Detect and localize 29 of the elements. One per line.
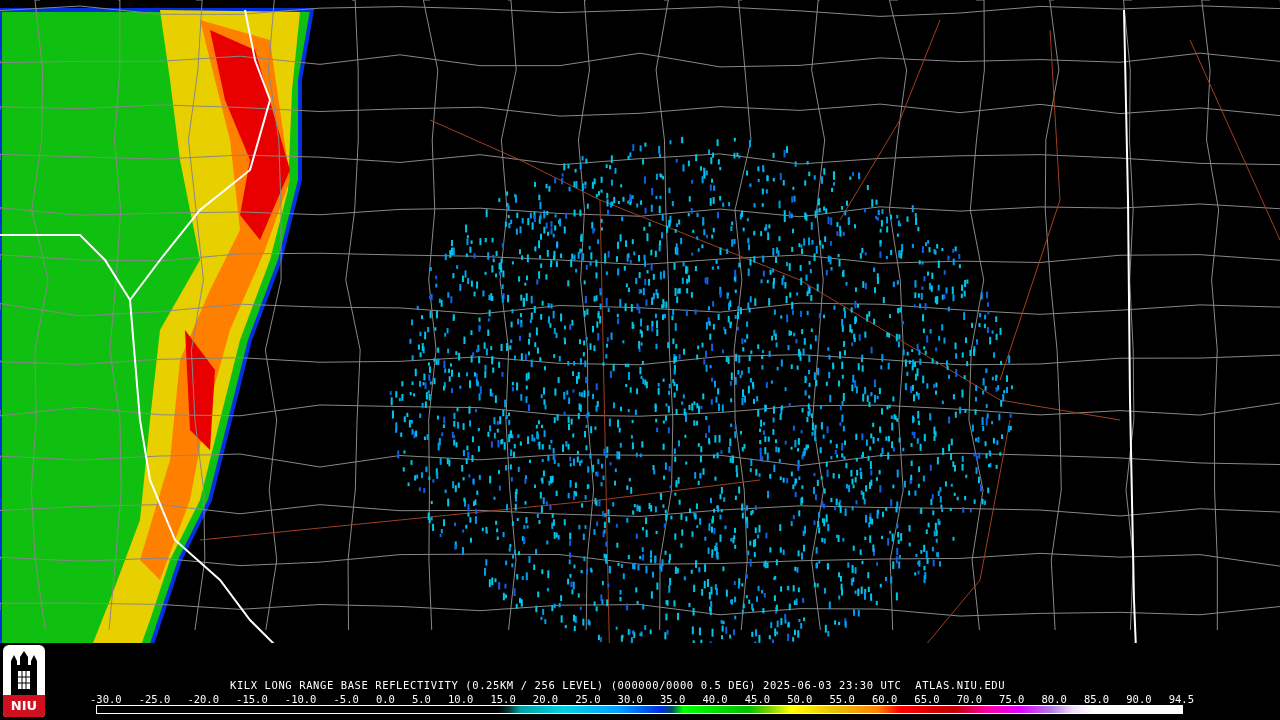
- scale-tick-label: 15.0: [490, 693, 516, 705]
- scale-tick-label: 75.0: [999, 693, 1025, 705]
- scale-tick-label: 35.0: [660, 693, 686, 705]
- tower-icon: [9, 651, 39, 695]
- scale-tick-label: 90.0: [1126, 693, 1152, 705]
- scale-tick-label: 60.0: [871, 693, 898, 705]
- scale-tick-label: 10.0: [448, 693, 474, 705]
- scale-tick-label: -10.0: [284, 693, 317, 705]
- scale-tick-label: 94.5: [1168, 693, 1194, 705]
- scale-tick-label: 30.0: [617, 693, 643, 705]
- scale-tick-label: 45.0: [744, 693, 771, 705]
- scale-tick-label: 85.0: [1083, 693, 1110, 705]
- scale-tick-label: -25.0: [138, 693, 171, 705]
- scale-tick-label: -5.0: [333, 693, 359, 705]
- scale-tick-label: -20.0: [187, 693, 219, 705]
- scale-tick-label: 5.0: [411, 693, 431, 705]
- scale-tick-label: -30.0: [90, 693, 122, 705]
- scale-tick-label: 80.0: [1041, 693, 1067, 705]
- scale-tick-label: 25.0: [575, 693, 601, 705]
- scale-tick-label: 55.0: [829, 693, 855, 705]
- scale-tick-label: 20.0: [532, 693, 559, 705]
- scale-tick-label: 0.0: [375, 693, 395, 705]
- scale-tick-label: 50.0: [787, 693, 813, 705]
- scale-tick-label: 65.0: [914, 693, 940, 705]
- scale-tick-label: 70.0: [956, 693, 982, 705]
- product-caption: KILX LONG RANGE BASE REFLECTIVITY (0.25KM / 256 LEVEL) (000000/0000 0.5 DEG) 2025-06-03 23:30 UTC ATLAS.NIU.EDU: [229, 678, 1007, 693]
- logo-text: NIU: [3, 695, 45, 717]
- scale-tick-label: 40.0: [702, 693, 728, 705]
- scale-tick-label: -15.0: [236, 693, 268, 705]
